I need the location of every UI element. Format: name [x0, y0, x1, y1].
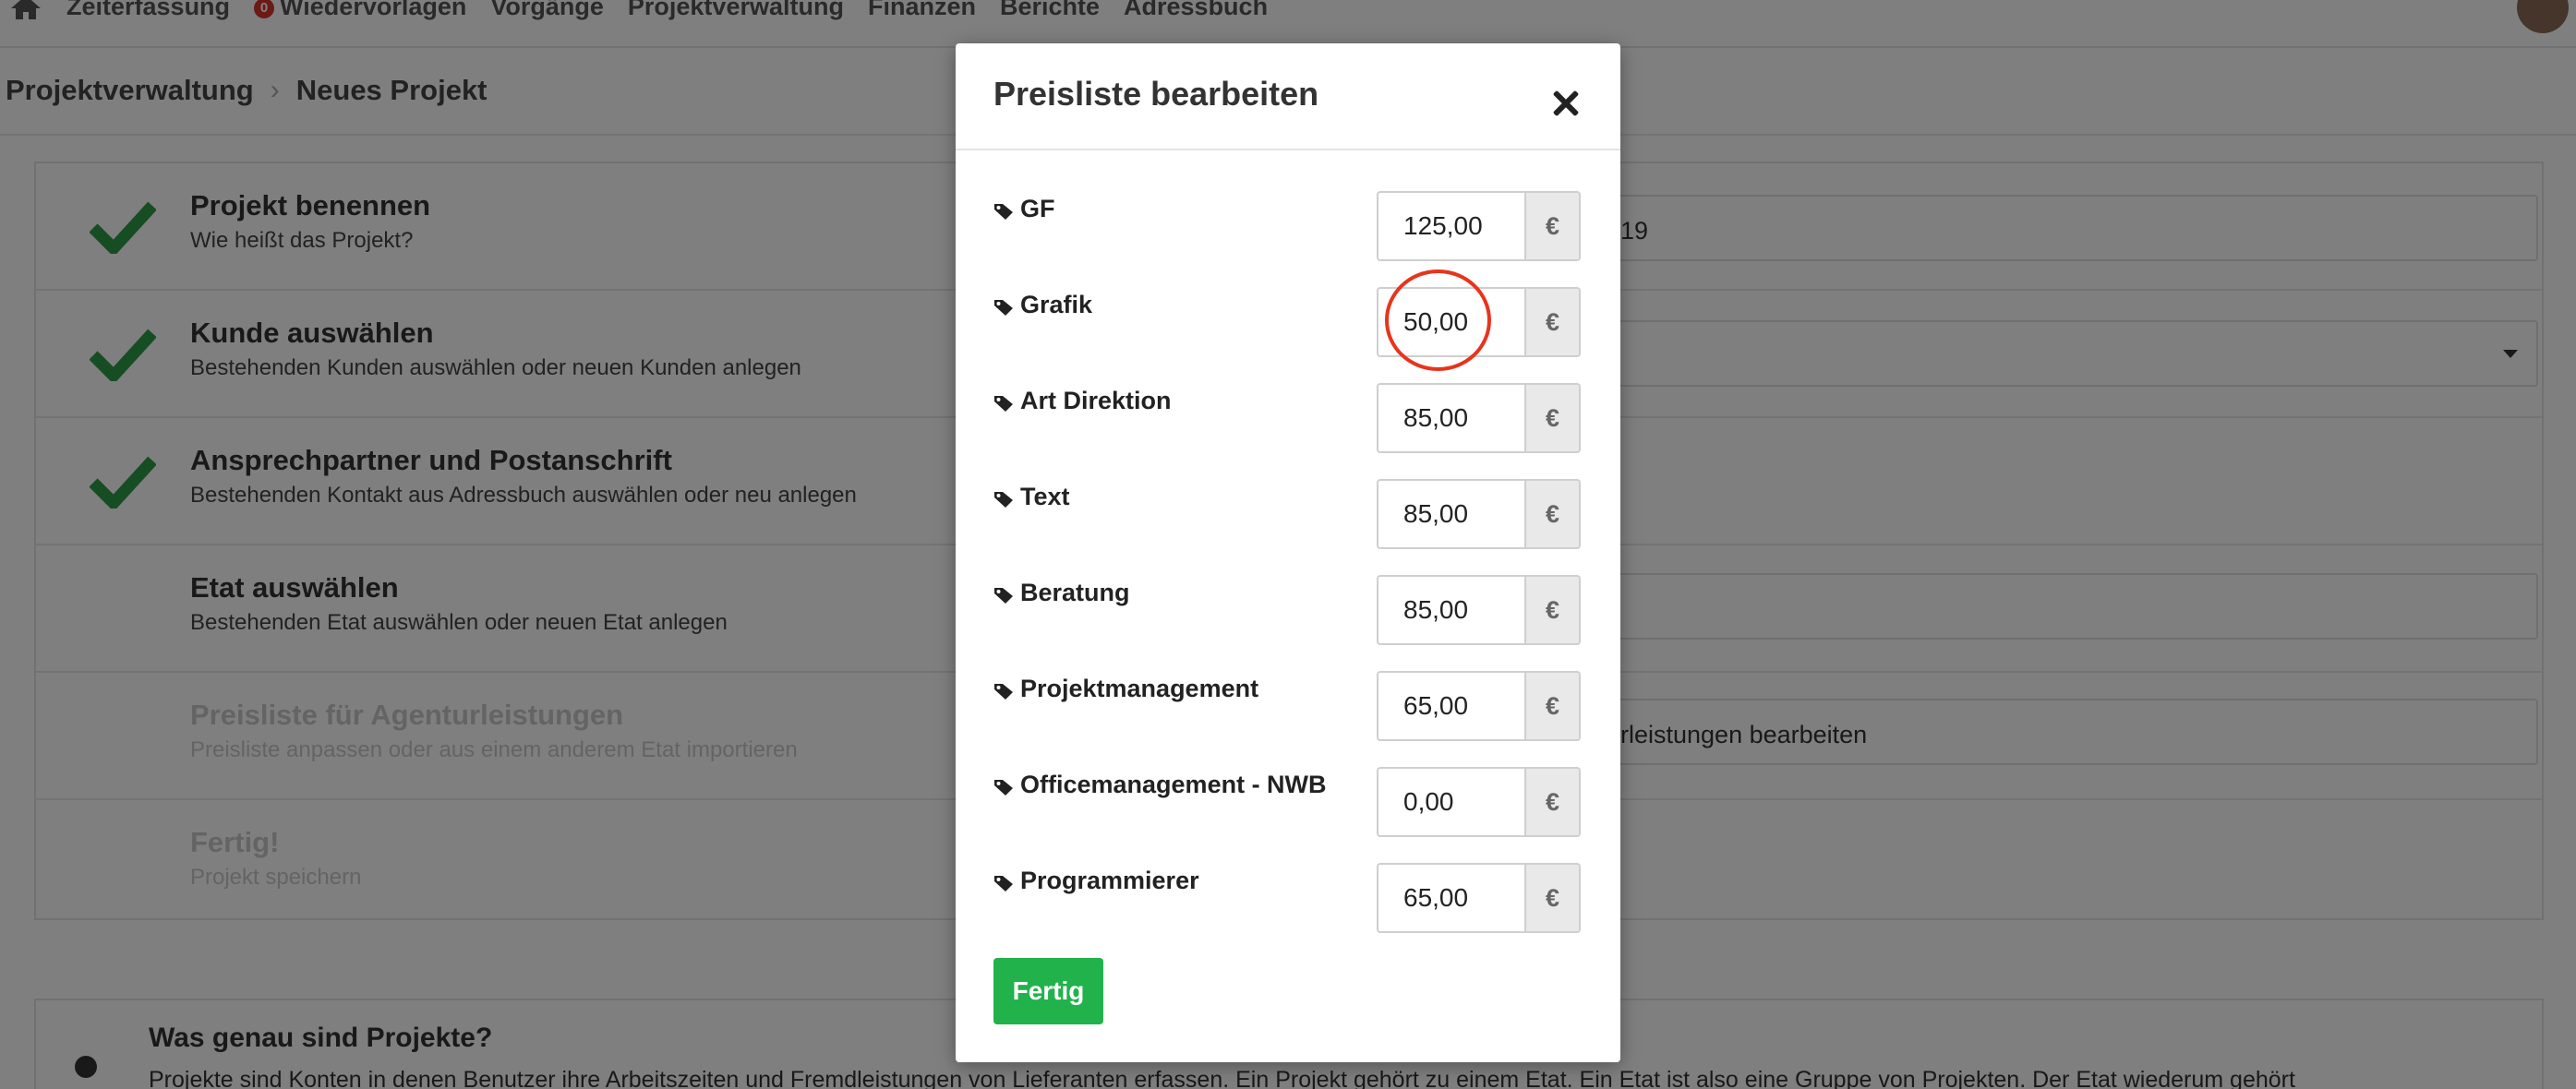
price-label: Programmierer: [1020, 867, 1199, 894]
tag-icon: [994, 300, 1013, 316]
price-input-art-direktion[interactable]: [1377, 383, 1524, 453]
price-input-programmierer[interactable]: [1377, 863, 1524, 933]
price-row-officemanagement: Officemanagement - NWB €: [993, 767, 1581, 841]
price-input-grafik[interactable]: [1377, 287, 1524, 357]
currency-addon: €: [1524, 383, 1581, 453]
price-label: Art Direktion: [1020, 387, 1172, 414]
price-label: Projektmanagement: [1020, 675, 1259, 702]
currency-addon: €: [1524, 767, 1581, 837]
close-icon[interactable]: [1552, 90, 1580, 117]
currency-addon: €: [1524, 671, 1581, 741]
price-label: Beratung: [1020, 579, 1130, 606]
price-input-text[interactable]: [1377, 479, 1524, 549]
tag-icon: [994, 876, 1013, 892]
price-label: Officemanagement - NWB: [1020, 771, 1327, 798]
price-row-programmierer: Programmierer €: [993, 863, 1581, 937]
price-input-beratung[interactable]: [1377, 575, 1524, 645]
price-input-projektmanagement[interactable]: [1377, 671, 1524, 741]
currency-addon: €: [1524, 479, 1581, 549]
currency-addon: €: [1524, 575, 1581, 645]
currency-addon: €: [1524, 863, 1581, 933]
price-row-grafik: Grafik €: [993, 287, 1581, 361]
done-button[interactable]: Fertig: [993, 958, 1103, 1024]
tag-icon: [994, 684, 1013, 700]
tag-icon: [994, 588, 1013, 604]
tag-icon: [994, 492, 1013, 508]
price-input-officemanagement[interactable]: [1377, 767, 1524, 837]
modal-title: Preisliste bearbeiten: [993, 75, 1319, 113]
price-label: Text: [1020, 483, 1070, 510]
price-row-art-direktion: Art Direktion €: [993, 383, 1581, 457]
price-row-gf: GF €: [993, 191, 1581, 265]
tag-icon: [994, 396, 1013, 412]
price-label: Grafik: [1020, 291, 1093, 318]
price-row-projektmanagement: Projektmanagement €: [993, 671, 1581, 745]
currency-addon: €: [1524, 191, 1581, 261]
pricelist-modal: Preisliste bearbeiten GF € Grafik € Art …: [956, 43, 1620, 1062]
modal-header: Preisliste bearbeiten: [956, 43, 1620, 150]
tag-icon: [994, 780, 1013, 796]
price-row-text: Text €: [993, 479, 1581, 553]
currency-addon: €: [1524, 287, 1581, 357]
price-row-beratung: Beratung €: [993, 575, 1581, 649]
tag-icon: [994, 204, 1013, 220]
price-label: GF: [1020, 195, 1055, 222]
price-input-gf[interactable]: [1377, 191, 1524, 261]
